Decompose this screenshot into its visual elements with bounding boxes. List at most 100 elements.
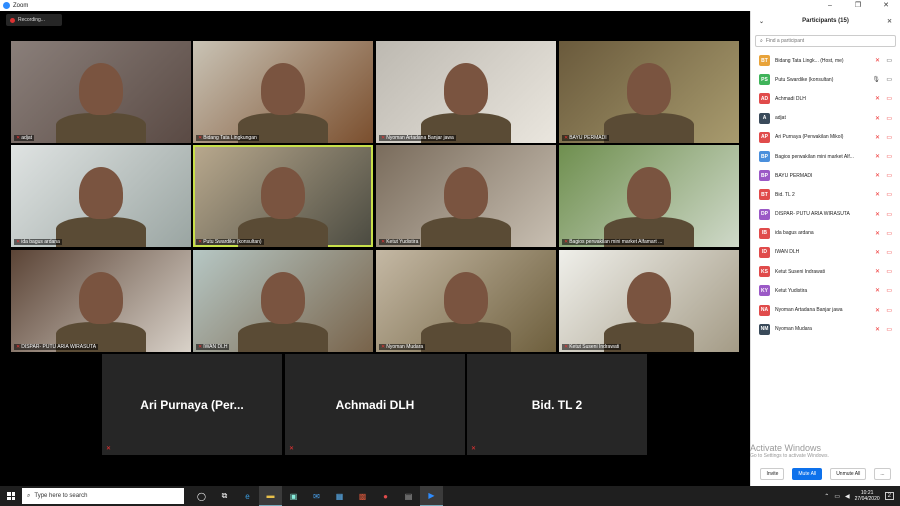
participant-row[interactable]: AP Ari Purnaya (Perwakilan Mikol) ✕ ▭ (751, 128, 900, 147)
muted-mic-icon[interactable]: ✕ (875, 287, 880, 294)
participant-row[interactable]: Aadjat ✕ ▭ (751, 109, 900, 128)
camera-icon[interactable]: ▭ (886, 115, 892, 122)
camera-icon[interactable]: ▭ (886, 57, 892, 64)
camera-icon[interactable]: ▭ (886, 249, 892, 256)
volume-icon[interactable]: ◀ (845, 493, 850, 500)
video-tile[interactable]: ✕ ida bagus ardana (11, 145, 191, 247)
participant-row[interactable]: PS Putu Swardike (konsultan) 🎙 ▭ (751, 70, 900, 89)
muted-mic-icon[interactable]: ✕ (875, 134, 880, 141)
more-button[interactable]: ... (874, 468, 891, 480)
muted-mic-icon[interactable]: ✕ (875, 95, 880, 102)
avatar: BP (759, 170, 770, 182)
camera-icon[interactable]: ▭ (886, 287, 892, 294)
recording-indicator[interactable]: Recording... (6, 14, 62, 26)
search-input[interactable] (765, 38, 886, 44)
popout-icon[interactable]: ✕ (887, 18, 892, 25)
video-tile[interactable]: ✕ Putu Swardike (konsultan) (193, 145, 373, 247)
invite-button[interactable]: Invite (760, 468, 785, 480)
avatar: NM (759, 323, 770, 335)
calculator-icon[interactable]: ▤ (397, 486, 420, 506)
tray-chevron-icon[interactable]: ⌃ (824, 493, 829, 500)
clock[interactable]: 10:21 27/04/2020 (855, 490, 880, 502)
participant-row[interactable]: BP BAYU PERMADI ✕ ▭ (751, 166, 900, 185)
close-button[interactable]: ✕ (872, 0, 900, 11)
participant-row[interactable]: DP DISPAR- PUTU ARIA WIRASUTA ✕ ▭ (751, 205, 900, 224)
participant-row[interactable]: BT Bidang Tata Lingk... (Host, me) ✕ ▭ (751, 51, 900, 70)
maximize-button[interactable]: ❐ (844, 0, 872, 11)
video-tile[interactable]: ✕ BAYU PERMADI (559, 41, 739, 143)
video-tile[interactable]: ✕ adjat (11, 41, 191, 143)
file-explorer-icon[interactable]: ▬ (259, 486, 282, 506)
video-tile[interactable]: ✕ Nyoman Mudara (376, 250, 556, 352)
video-tile[interactable]: ✕ Bidang Tata Lingkungan (193, 41, 373, 143)
muted-mic-icon[interactable]: ✕ (875, 115, 880, 122)
video-tile[interactable]: ✕ Ketut Suseni Indrawati (559, 250, 739, 352)
photos-icon[interactable]: ▦ (328, 486, 351, 506)
muted-mic-icon: ✕ (16, 344, 21, 350)
participant-row[interactable]: NM Nyoman Mudara ✕ ▭ (751, 320, 900, 339)
muted-mic-icon[interactable]: ✕ (875, 268, 880, 275)
muted-mic-icon[interactable]: ✕ (875, 211, 880, 218)
participant-head (79, 272, 123, 324)
taskbar: ⌕ Type here to search ◯ ⧉ e ▬ ▣ ✉ ▦ ▩ ● … (0, 486, 900, 506)
participant-name: DISPAR- PUTU ARIA WIRASUTA (775, 211, 850, 218)
minimize-button[interactable]: – (816, 0, 844, 11)
video-tile[interactable]: ✕ Nyoman Artadana Banjar jawa (376, 41, 556, 143)
avatar: BT (759, 189, 770, 201)
task-switch-icon[interactable]: ⧉ (213, 486, 236, 506)
muted-mic-icon[interactable]: ✕ (875, 191, 880, 198)
network-icon[interactable]: ▭ (834, 493, 840, 500)
participant-row[interactable]: BT Bid. TL 2 ✕ ▭ (751, 185, 900, 204)
muted-mic-icon[interactable]: ✕ (875, 249, 880, 256)
camera-icon[interactable]: ▭ (886, 76, 892, 83)
muted-mic-icon[interactable]: ✕ (875, 57, 880, 64)
participant-row[interactable]: NA Nyoman Artadana Banjar jawa ✕ ▭ (751, 300, 900, 319)
participant-row[interactable]: KY Ketut Yudistira ✕ ▭ (751, 281, 900, 300)
camera-icon[interactable]: ▭ (886, 230, 892, 237)
unmute-all-button[interactable]: Unmute All (830, 468, 867, 480)
participant-row[interactable]: ID IWAN DLH ✕ ▭ (751, 243, 900, 262)
camera-icon[interactable]: ▭ (886, 211, 892, 218)
participant-row[interactable]: AD Achmadi DLH ✕ ▭ (751, 89, 900, 108)
participant-search[interactable]: ⌕ (755, 35, 896, 47)
camera-icon[interactable]: ▭ (886, 191, 892, 198)
muted-mic-icon[interactable]: ✕ (875, 172, 880, 179)
task-view-icon[interactable]: ◯ (190, 486, 213, 506)
video-tile[interactable]: ✕ Ketut Yudistira (376, 145, 556, 247)
camera-icon[interactable]: ▭ (886, 307, 892, 314)
notification-icon[interactable]: 2 (884, 492, 894, 500)
mail-icon[interactable]: ✉ (305, 486, 328, 506)
tile-name-label: ✕ Putu Swardike (konsultan) (196, 239, 264, 245)
muted-mic-icon[interactable]: ✕ (875, 326, 880, 333)
powerpoint-icon[interactable]: ▩ (351, 486, 374, 506)
participant-row[interactable]: KS Ketut Suseni Indrawati ✕ ▭ (751, 262, 900, 281)
video-tile[interactable]: ✕ IWAN DLH (193, 250, 373, 352)
zoom-taskbar-icon[interactable]: ▶ (420, 486, 443, 506)
camera-icon[interactable]: ▭ (886, 172, 892, 179)
camera-icon[interactable]: ▭ (886, 268, 892, 275)
muted-mic-icon[interactable]: ✕ (875, 230, 880, 237)
participant-row[interactable]: BP Bagios perwakilan mini market Alf... ✕ ▭ (751, 147, 900, 166)
chrome-icon[interactable]: ● (374, 486, 397, 506)
name-only-tile[interactable]: Bid. TL 2 ✕ (467, 354, 647, 455)
mic-icon[interactable]: 🎙 (872, 76, 880, 83)
camera-icon[interactable]: ▭ (886, 134, 892, 141)
mute-all-button[interactable]: Mute All (792, 468, 823, 480)
camera-icon[interactable]: ▭ (886, 326, 892, 333)
taskbar-search[interactable]: ⌕ Type here to search (22, 488, 184, 504)
name-only-tile[interactable]: Ari Purnaya (Per... ✕ (102, 354, 282, 455)
edge-icon[interactable]: e (236, 486, 259, 506)
video-tile[interactable]: ✕ Bagios perwakilan mini market Alfamart … (559, 145, 739, 247)
camera-icon[interactable]: ▭ (886, 153, 892, 160)
muted-mic-icon[interactable]: ✕ (875, 307, 880, 314)
store-icon[interactable]: ▣ (282, 486, 305, 506)
muted-mic-icon[interactable]: ✕ (875, 153, 880, 160)
participant-row[interactable]: IB ida bagus ardana ✕ ▭ (751, 224, 900, 243)
camera-icon[interactable]: ▭ (886, 95, 892, 102)
participants-panel: ⌄ Participants (15) ✕ ⌕ BT Bidang Tata Li… (750, 11, 900, 486)
name-only-tile[interactable]: Achmadi DLH ✕ (285, 354, 465, 455)
start-button[interactable] (0, 486, 22, 506)
participant-body (421, 217, 511, 247)
chevron-down-icon[interactable]: ⌄ (759, 18, 764, 25)
video-tile[interactable]: ✕ DISPAR- PUTU ARIA WIRASUTA (11, 250, 191, 352)
